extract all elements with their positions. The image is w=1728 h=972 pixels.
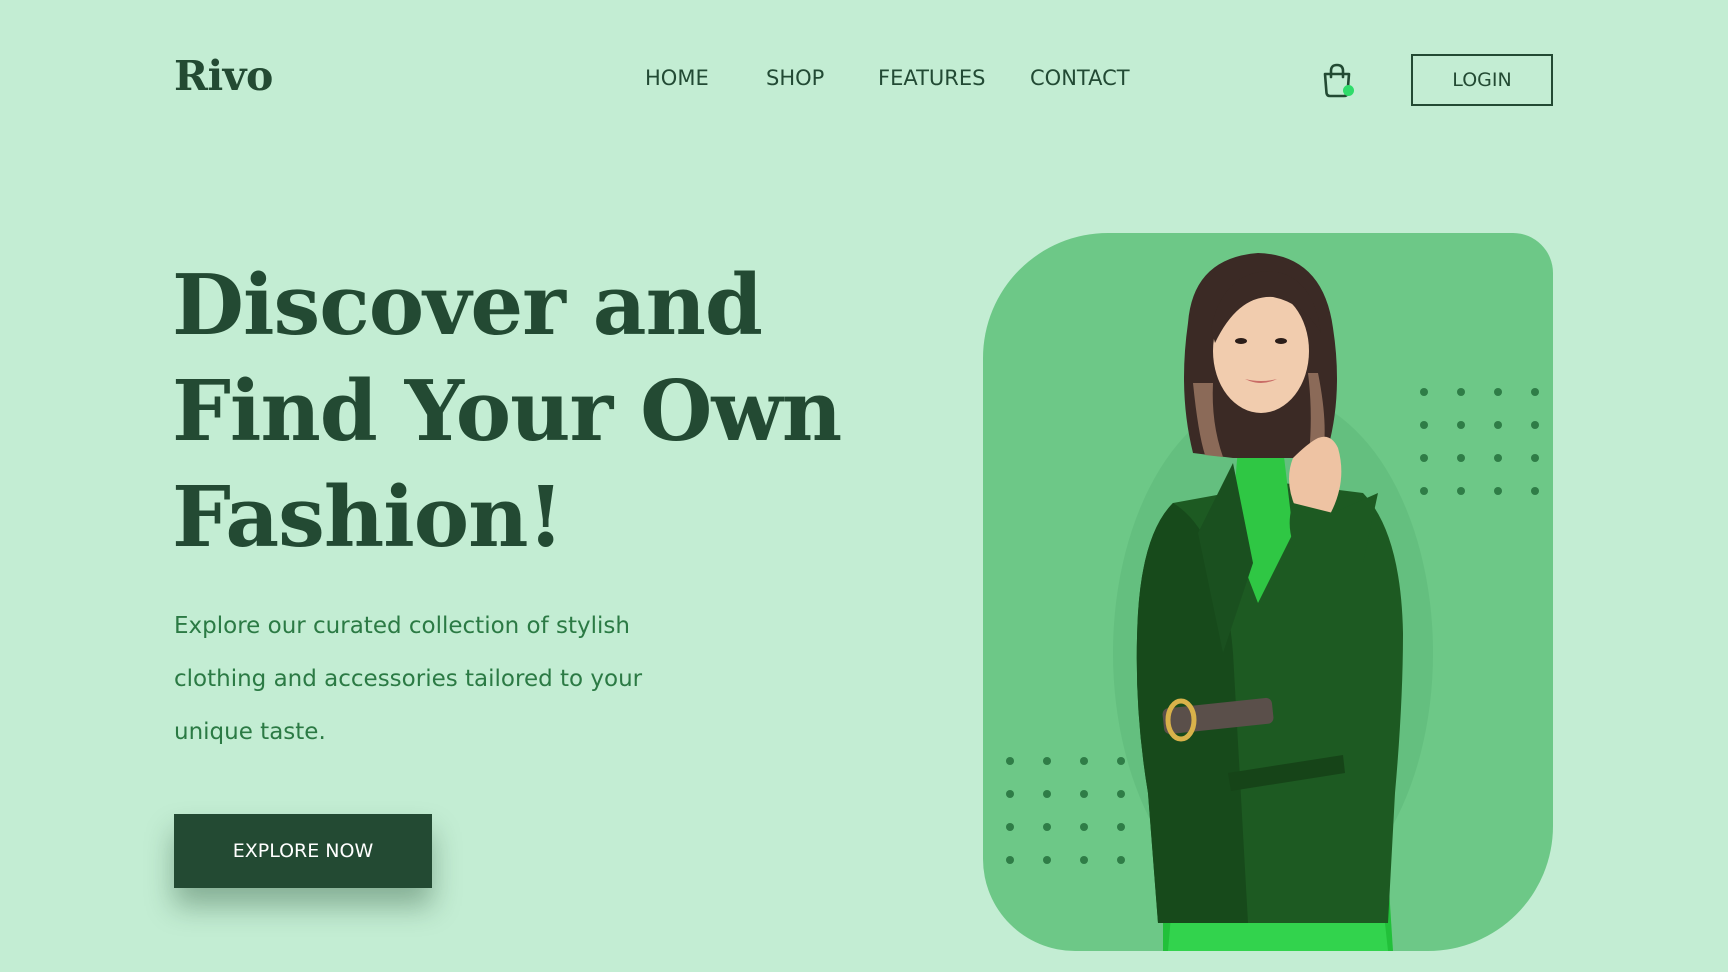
- decorative-dots: [1006, 757, 1126, 864]
- hero-subtext-line: clothing and accessories tailored to you…: [174, 666, 643, 692]
- login-button[interactable]: LOGIN: [1411, 54, 1553, 106]
- hero-headline-line: Fashion!: [172, 468, 564, 566]
- nav-item-home[interactable]: HOME: [645, 66, 709, 90]
- hero-headline-line: Discover and: [172, 256, 763, 354]
- hero-headline: Discover and Find Your Own Fashion!: [172, 252, 872, 570]
- cart-badge: [1343, 85, 1354, 96]
- hero-subtext-line: unique taste.: [174, 719, 326, 745]
- decorative-dots: [1420, 388, 1540, 495]
- nav-item-contact[interactable]: CONTACT: [1030, 66, 1130, 90]
- nav-item-features[interactable]: FEATURES: [878, 66, 985, 90]
- hero-subtext-line: Explore our curated collection of stylis…: [174, 613, 630, 639]
- hero-subtext: Explore our curated collection of stylis…: [174, 600, 714, 759]
- explore-now-button[interactable]: EXPLORE NOW: [174, 814, 432, 888]
- nav-item-shop[interactable]: SHOP: [766, 66, 824, 90]
- hero-headline-line: Find Your Own: [172, 362, 842, 460]
